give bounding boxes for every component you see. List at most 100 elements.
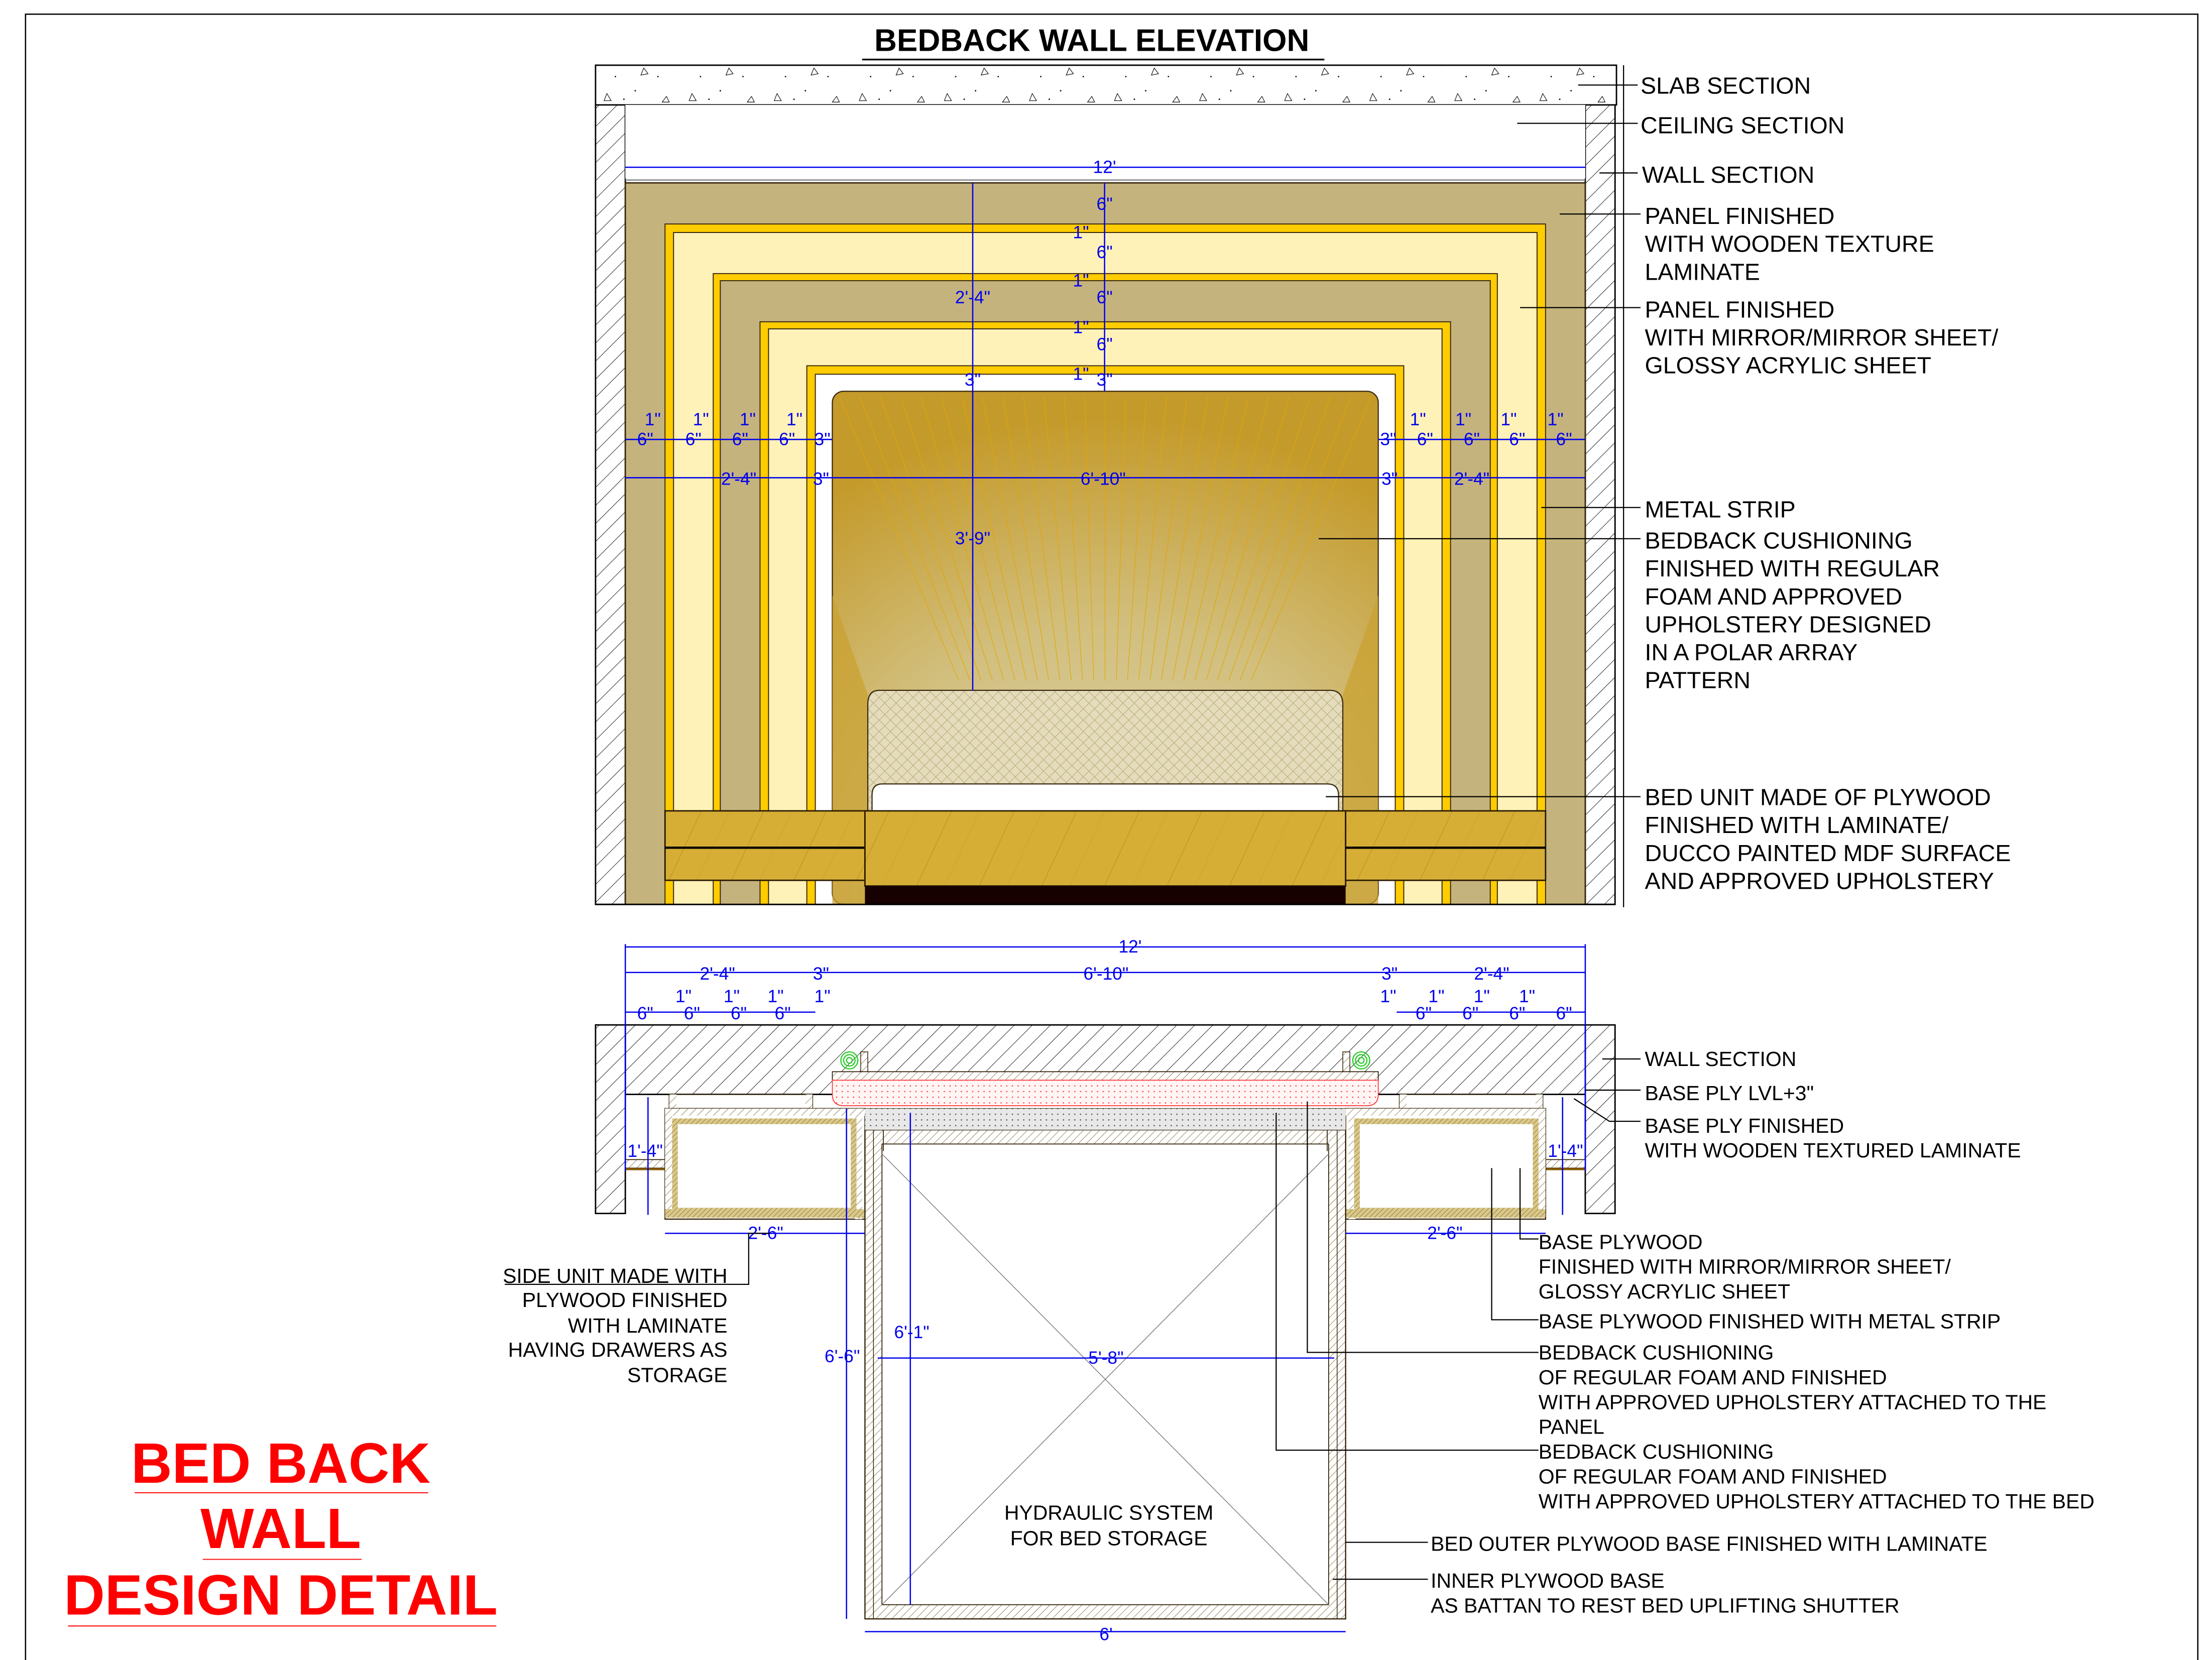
- dim-elev-gap-v: 3": [965, 370, 981, 390]
- mattress: [871, 783, 1339, 812]
- label-cushion-panel: BEDBACK CUSHIONINGOF REGULAR FOAM AND FI…: [1539, 1341, 2047, 1438]
- dim-plan-left-gap: 3": [813, 964, 829, 984]
- label-panel-wood: PANEL FINISHEDWITH WOODEN TEXTURELAMINAT…: [1645, 203, 1934, 285]
- dim-plan-l-m1: 6": [637, 1004, 653, 1023]
- label-cushioning-line: IN A POLAR ARRAY: [1645, 639, 1858, 665]
- dim-elev-l-s3: 1": [740, 410, 756, 429]
- label-bed-unit-line: AND APPROVED UPHOLSTERY: [1645, 868, 1994, 894]
- dim-plan-side-depth-left: 1'-4": [628, 1141, 663, 1161]
- label-base-plywood-mirror-line: GLOSSY ACRYLIC SHEET: [1539, 1280, 1790, 1303]
- label-cushion-bed-line: WITH APPROVED UPHOLSTERY ATTACHED TO THE…: [1539, 1490, 2094, 1513]
- dim-elev-l-m1: 6": [637, 429, 653, 449]
- side-unit-note-line5: STORAGE: [627, 1364, 727, 1387]
- dim-elev-right-total: 2'-4": [1454, 469, 1489, 489]
- hydraulic-note-line2: FOR BED STORAGE: [1010, 1526, 1208, 1550]
- label-panel-mirror: PANEL FINISHEDWITH MIRROR/MIRROR SHEET/G…: [1645, 296, 1999, 378]
- dim-elev-v6: 1": [1073, 317, 1089, 337]
- dim-elev-right-gap: 3": [1381, 469, 1398, 489]
- label-base-plywood-metal-line: BASE PLYWOOD FINISHED WITH METAL STRIP: [1539, 1310, 2001, 1333]
- dim-elev-r-m1: 3": [1380, 429, 1396, 449]
- label-base-plywood-mirror-line: FINISHED WITH MIRROR/MIRROR SHEET/: [1539, 1255, 1951, 1278]
- side-unit-note-line1: SIDE UNIT MADE WITH: [503, 1264, 727, 1287]
- side-unit-note-line4: HAVING DRAWERS AS: [508, 1338, 728, 1361]
- side-unit-right-elev: [1345, 810, 1547, 881]
- label-panel-wood-line: PANEL FINISHED: [1645, 203, 1835, 229]
- elevation-title: BEDBACK WALL ELEVATION: [862, 24, 1325, 61]
- drawing-sheet: BEDBACK WALL ELEVATION 12' 6" 1" 6" 1" 6…: [25, 13, 2199, 1660]
- label-base-ply-finished-line: WITH WOODEN TEXTURED LAMINATE: [1645, 1139, 2021, 1162]
- dim-plan-r-m3: 6": [1509, 1004, 1525, 1023]
- plan-bed-cushion-fill: [865, 1108, 1346, 1130]
- label-bed-unit-line: DUCCO PAINTED MDF SURFACE: [1645, 840, 2011, 866]
- dim-plan-l-m2: 6": [684, 1004, 700, 1023]
- dim-elev-r-m2: 6": [1417, 429, 1433, 449]
- slab-section: [595, 64, 1617, 106]
- label-cushion-panel-line: PANEL: [1539, 1415, 1604, 1439]
- label-base-ply-finished-line: BASE PLY FINISHED: [1645, 1114, 1844, 1137]
- label-cushion-panel-line: OF REGULAR FOAM AND FINISHED: [1539, 1366, 1887, 1389]
- dim-elev-l-s4: 1": [786, 410, 802, 429]
- label-panel-mirror-line: WITH MIRROR/MIRROR SHEET/: [1645, 324, 1999, 350]
- label-base-ply-lvl-line: BASE PLY LVL+3": [1645, 1082, 1814, 1105]
- bed-body-elev: [864, 810, 1347, 887]
- dim-plan-r-m2: 6": [1462, 1004, 1478, 1023]
- label-inner-base-line: INNER PLYWOOD BASE: [1431, 1569, 1665, 1592]
- label-bed-unit-line: BED UNIT MADE OF PLYWOOD: [1645, 784, 1991, 810]
- label-wall: WALL SECTION: [1642, 162, 1814, 188]
- label-base-plywood-metal: BASE PLYWOOD FINISHED WITH METAL STRIP: [1539, 1310, 2001, 1333]
- label-panel-mirror-line: PANEL FINISHED: [1645, 296, 1835, 322]
- dim-plan-r-m1: 6": [1416, 1004, 1432, 1023]
- label-cushioning-line: BEDBACK CUSHIONING: [1645, 528, 1913, 554]
- label-panel-mirror-line: GLOSSY ACRYLIC SHEET: [1645, 352, 1931, 379]
- dim-elev-v2: 1": [1073, 222, 1089, 242]
- label-cushion-panel-line: BEDBACK CUSHIONING: [1539, 1341, 1774, 1364]
- wall-right: [1584, 104, 1616, 905]
- label-panel-wood-line: WITH WOODEN TEXTURE: [1645, 231, 1934, 257]
- label-panel-wood-line: LAMINATE: [1645, 259, 1761, 285]
- dim-elev-side-total-v: 2'-4": [955, 288, 990, 307]
- dim-plan-l-m4: 6": [775, 1004, 791, 1023]
- label-bed-unit: BED UNIT MADE OF PLYWOODFINISHED WITH LA…: [1645, 784, 2011, 894]
- label-base-ply-finished: BASE PLY FINISHEDWITH WOODEN TEXTURED LA…: [1645, 1114, 2021, 1162]
- dim-elev-r-m4: 6": [1509, 429, 1525, 449]
- dim-elev-l-s1: 1": [645, 410, 661, 429]
- plan-wall-left: [595, 1024, 626, 1215]
- label-wall-line: WALL SECTION: [1645, 1047, 1797, 1071]
- dim-plan-left-total: 2'-4": [700, 964, 735, 984]
- side-unit-left-elev: [664, 810, 866, 881]
- elevation-title-text: BEDBACK WALL ELEVATION: [874, 24, 1309, 58]
- dim-elev-v7: 6": [1097, 334, 1113, 354]
- dim-elev-r-m5: 6": [1556, 429, 1572, 449]
- dim-plan-l-m3: 6": [731, 1004, 747, 1023]
- label-bed-outer: BED OUTER PLYWOOD BASE FINISHED WITH LAM…: [1431, 1532, 1988, 1556]
- dim-elev-v3: 6": [1097, 243, 1113, 262]
- drawing-title: BED BACK WALL DESIGN DETAIL: [64, 1432, 498, 1627]
- plan-side-unit-right: [1345, 1108, 1546, 1220]
- dim-elev-r-m3: 6": [1464, 429, 1480, 449]
- drawing-title-line2: WALL: [200, 1497, 361, 1560]
- dim-elev-v9: 3": [1097, 370, 1113, 390]
- plan-wall-right: [1584, 1024, 1616, 1215]
- plan-panel-cushion: [832, 1080, 1379, 1106]
- label-wall-line: WALL SECTION: [1642, 162, 1814, 188]
- dim-elev-l-m3: 6": [732, 429, 748, 449]
- side-unit-note-line3: WITH LAMINATE: [568, 1314, 728, 1337]
- label-metal-strip-line: METAL STRIP: [1645, 496, 1796, 522]
- dim-plan-right-gap: 3": [1381, 964, 1398, 984]
- label-bed-outer-line: BED OUTER PLYWOOD BASE FINISHED WITH LAM…: [1431, 1532, 1988, 1556]
- label-cushioning-line: PATTERN: [1645, 667, 1751, 693]
- dim-elev-center: 6'-10": [1081, 469, 1126, 489]
- bed-base-elev: [865, 886, 1346, 905]
- label-cushion-bed-line: BEDBACK CUSHIONING: [1539, 1440, 1774, 1463]
- dim-elev-cushion-h: 3'-9": [955, 529, 990, 548]
- label-cushioning-line: FINISHED WITH REGULAR: [1645, 555, 1940, 581]
- dim-elev-r-s1: 1": [1410, 410, 1426, 429]
- dim-plan-side-depth-right: 1'-4": [1548, 1141, 1583, 1161]
- dim-elev-l-m5: 3": [814, 429, 831, 449]
- plan-panel-ply: [832, 1071, 1379, 1081]
- label-metal-strip: METAL STRIP: [1645, 496, 1796, 522]
- dim-plan-center: 6'-10": [1084, 964, 1129, 984]
- dim-plan-r-m4: 6": [1556, 1004, 1572, 1023]
- dim-plan-bed-inner-length: 6'-1": [894, 1323, 929, 1342]
- drawing-title-line1: BED BACK: [131, 1432, 430, 1495]
